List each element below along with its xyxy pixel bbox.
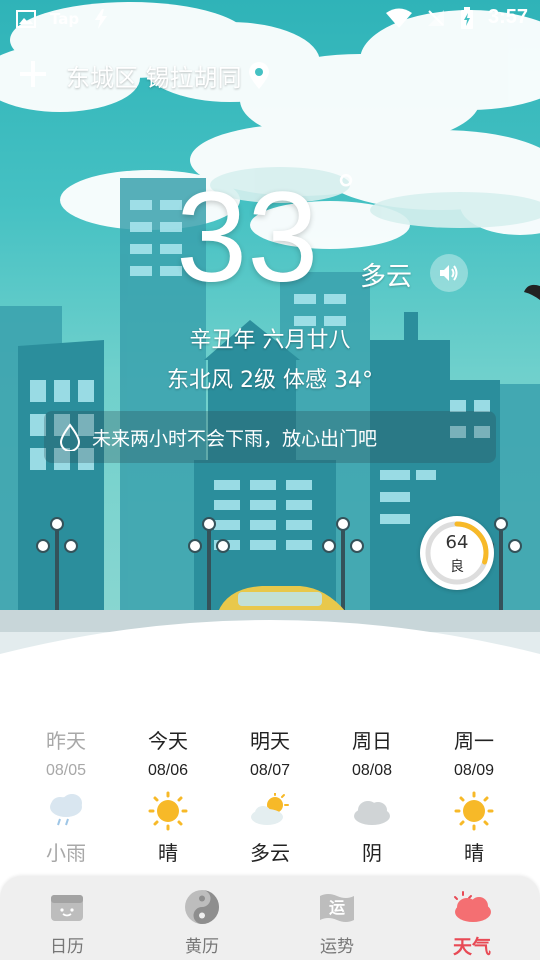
tab-almanac[interactable]: 黄历 bbox=[152, 888, 252, 957]
daily-forecast: 昨天 08/05 小雨 今天 08/06 晴 明天 08/07 多云 周日 08… bbox=[0, 726, 540, 876]
weather-hero: Tap 3:57 东城区 锡拉胡同 33 ° 多云 辛丑年 六月廿八 东北风 2… bbox=[0, 0, 540, 680]
forecast-day-date: 08/09 bbox=[453, 762, 495, 779]
forecast-day[interactable]: 周日 08/08 阴 bbox=[322, 726, 422, 868]
forecast-day[interactable]: 周一 08/09 晴 bbox=[424, 726, 524, 868]
location-pin-icon bbox=[248, 61, 269, 89]
tab-label: 运势 bbox=[320, 937, 354, 957]
sunny-icon bbox=[454, 791, 494, 831]
lunar-date: 辛丑年 六月廿八 bbox=[189, 328, 351, 353]
forecast-day-name: 今天 bbox=[148, 729, 188, 753]
forecast-day-name: 明天 bbox=[250, 729, 290, 753]
voice-broadcast-button[interactable] bbox=[430, 254, 468, 292]
fortune-icon-text: 运 bbox=[328, 898, 345, 917]
forecast-day-date: 08/07 bbox=[249, 762, 291, 779]
aqi-value: 64 bbox=[445, 532, 469, 553]
forecast-day[interactable]: 今天 08/06 晴 bbox=[118, 726, 218, 868]
tap-app-label: Tap bbox=[50, 10, 80, 28]
light-rain-icon bbox=[50, 794, 82, 826]
forecast-day[interactable]: 昨天 08/05 小雨 bbox=[16, 726, 116, 868]
forecast-day-date: 08/05 bbox=[45, 762, 87, 779]
forecast-day-date: 08/08 bbox=[351, 762, 393, 779]
no-signal-icon bbox=[427, 9, 444, 26]
tab-label: 天气 bbox=[452, 936, 491, 958]
current-temperature: 33 bbox=[176, 166, 319, 309]
tab-weather[interactable]: 天气 bbox=[422, 888, 522, 959]
aqi-level: 良 bbox=[450, 559, 464, 575]
forecast-day-condition: 小雨 bbox=[46, 841, 86, 865]
speaker-icon bbox=[440, 265, 458, 281]
forecast-day-name: 周一 bbox=[454, 729, 494, 753]
air-quality-gauge[interactable]: 64 良 bbox=[420, 516, 494, 590]
location-bar: 东城区 锡拉胡同 bbox=[20, 58, 270, 93]
forecast-day-condition: 晴 bbox=[464, 841, 484, 865]
forecast-day-name: 周日 bbox=[352, 729, 392, 753]
current-condition: 多云 bbox=[360, 262, 413, 292]
sunny-icon bbox=[148, 791, 188, 831]
wifi-icon bbox=[385, 8, 412, 28]
forecast-day-name: 昨天 bbox=[46, 729, 86, 753]
plus-icon bbox=[20, 60, 46, 87]
add-city-button[interactable] bbox=[20, 59, 54, 93]
battery-icon bbox=[460, 6, 473, 29]
rain-forecast-banner[interactable]: 未来两小时不会下雨，放心出门吧 bbox=[44, 411, 496, 463]
aqi-ring bbox=[425, 521, 489, 585]
lightning-icon bbox=[95, 9, 108, 29]
clock: 3:57 bbox=[487, 6, 528, 28]
degree-symbol: ° bbox=[336, 168, 356, 214]
partly-cloudy-icon bbox=[251, 793, 289, 825]
forecast-day[interactable]: 明天 08/07 多云 bbox=[220, 726, 320, 868]
tab-label: 日历 bbox=[50, 937, 84, 957]
wind-feels-like: 东北风 2级 体感 34° bbox=[167, 368, 373, 393]
water-drop-icon bbox=[59, 423, 81, 451]
overcast-icon bbox=[354, 801, 390, 825]
tab-calendar[interactable]: 日历 bbox=[17, 888, 117, 957]
tab-label: 黄历 bbox=[185, 937, 219, 957]
bottom-tab-bar: 日历 黄历 运 运势 天气 bbox=[0, 876, 540, 960]
gallery-icon bbox=[16, 10, 36, 28]
tab-fortune[interactable]: 运 运势 bbox=[287, 888, 387, 957]
rain-forecast-text: 未来两小时不会下雨，放心出门吧 bbox=[92, 427, 378, 450]
forecast-day-condition: 阴 bbox=[362, 841, 382, 865]
status-bar: Tap 3:57 bbox=[0, 0, 540, 38]
weather-cloud-icon bbox=[454, 891, 491, 922]
location-name[interactable]: 东城区 锡拉胡同 bbox=[66, 58, 242, 93]
forecast-day-date: 08/06 bbox=[147, 762, 189, 779]
yin-yang-icon bbox=[185, 890, 219, 924]
forecast-day-condition: 多云 bbox=[250, 841, 290, 865]
forecast-day-condition: 晴 bbox=[158, 841, 178, 865]
calendar-icon bbox=[51, 895, 83, 921]
